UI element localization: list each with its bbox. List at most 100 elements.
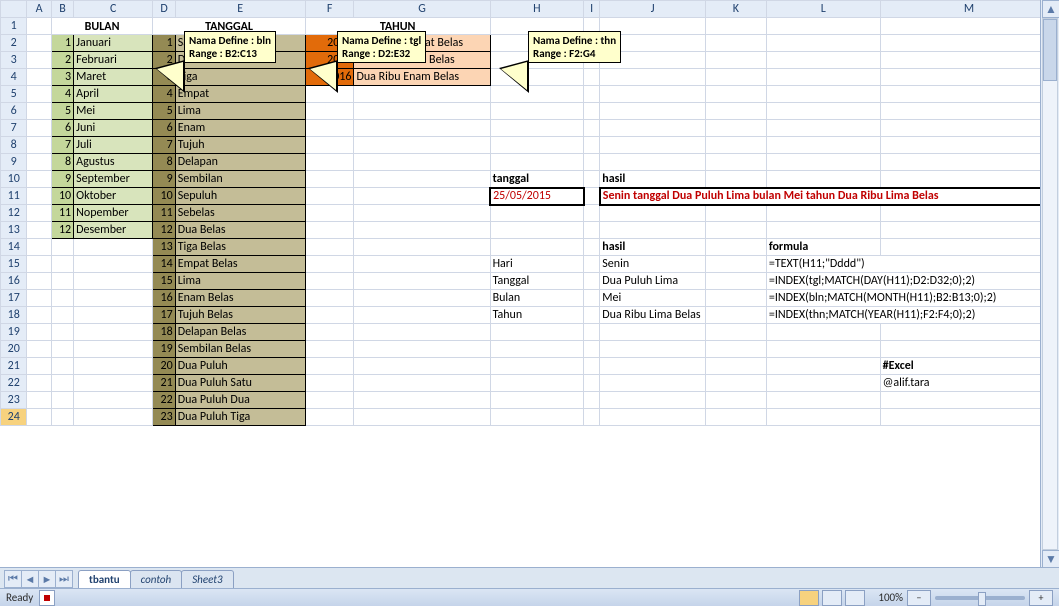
cell-B7[interactable]: 6: [51, 120, 73, 137]
cell-K7[interactable]: [705, 120, 766, 137]
cell-J4[interactable]: [600, 69, 706, 86]
cell-B5[interactable]: 4: [51, 86, 73, 103]
cell-H12[interactable]: [490, 205, 583, 222]
tab-last-icon[interactable]: ⏭: [55, 570, 73, 588]
cell-G20[interactable]: [354, 341, 490, 358]
cell-C2[interactable]: Januari: [74, 35, 153, 52]
vertical-scrollbar[interactable]: ▲ ▼: [1040, 0, 1059, 568]
cell-G4[interactable]: Dua Ribu Enam Belas: [354, 69, 490, 86]
cell-C23[interactable]: [74, 392, 153, 409]
cell-K21[interactable]: [705, 358, 766, 375]
cell-M19[interactable]: [880, 324, 1058, 341]
cell-K4[interactable]: [705, 69, 766, 86]
cell-K17[interactable]: [705, 290, 766, 307]
cell-K22[interactable]: [705, 375, 766, 392]
row-6[interactable]: 65Mei5Lima: [1, 103, 1059, 120]
cell-C24[interactable]: [74, 409, 153, 426]
view-page-break-icon[interactable]: [845, 590, 865, 606]
cell-E15[interactable]: Empat Belas: [175, 256, 305, 273]
cell-I13[interactable]: [584, 222, 600, 239]
cell-A3[interactable]: [27, 52, 51, 69]
cell-K23[interactable]: [705, 392, 766, 409]
cell-L15[interactable]: =TEXT(H11;"Dddd"): [766, 256, 1058, 273]
cell-I18[interactable]: [584, 307, 600, 324]
tab-prev-icon[interactable]: ◄: [21, 570, 39, 588]
cell-I19[interactable]: [584, 324, 600, 341]
cell-J23[interactable]: [600, 392, 706, 409]
sheet-tab-contoh[interactable]: contoh: [130, 570, 183, 588]
cell-F15[interactable]: [305, 256, 354, 273]
cell-F11[interactable]: [305, 188, 354, 205]
cell-F17[interactable]: [305, 290, 354, 307]
cell-L20[interactable]: [766, 341, 880, 358]
scroll-down-button[interactable]: ▼: [1042, 550, 1059, 568]
cell-B8[interactable]: 7: [51, 137, 73, 154]
cell-B23[interactable]: [51, 392, 73, 409]
cell-B11[interactable]: 10: [51, 188, 73, 205]
cell-I11[interactable]: [584, 188, 600, 205]
row-20-header[interactable]: 20: [1, 341, 27, 358]
col-G[interactable]: G: [354, 1, 490, 18]
cell-G13[interactable]: [354, 222, 490, 239]
cell-D21[interactable]: 20: [153, 358, 175, 375]
cell-J12[interactable]: [600, 205, 706, 222]
cell-J6[interactable]: [600, 103, 706, 120]
cell-J21[interactable]: [600, 358, 706, 375]
cell-H21[interactable]: [490, 358, 583, 375]
cell-I6[interactable]: [584, 103, 600, 120]
cell-G21[interactable]: [354, 358, 490, 375]
cell-A10[interactable]: [27, 171, 51, 188]
cell-A21[interactable]: [27, 358, 51, 375]
cell-K9[interactable]: [705, 154, 766, 171]
col-E[interactable]: E: [175, 1, 305, 18]
cell-D9[interactable]: 8: [153, 154, 175, 171]
cell-C8[interactable]: Juli: [74, 137, 153, 154]
row-18-header[interactable]: 18: [1, 307, 27, 324]
cell-K6[interactable]: [705, 103, 766, 120]
cell-F8[interactable]: [305, 137, 354, 154]
cell-B19[interactable]: [51, 324, 73, 341]
cell-H22[interactable]: [490, 375, 583, 392]
cell-J20[interactable]: [600, 341, 706, 358]
row-9-header[interactable]: 9: [1, 154, 27, 171]
vscroll-thumb[interactable]: [1043, 19, 1057, 81]
cell-F12[interactable]: [305, 205, 354, 222]
cell-K20[interactable]: [705, 341, 766, 358]
view-page-layout-icon[interactable]: [822, 590, 842, 606]
cell-A24[interactable]: [27, 409, 51, 426]
zoom-in-button[interactable]: +: [1029, 590, 1053, 606]
cell-J11[interactable]: Senin tanggal Dua Puluh Lima bulan Mei t…: [600, 188, 1058, 205]
cell-L1[interactable]: [766, 18, 880, 35]
cell-A2[interactable]: [27, 35, 51, 52]
cell-D22[interactable]: 21: [153, 375, 175, 392]
cell-L21[interactable]: [766, 358, 880, 375]
row-17-header[interactable]: 17: [1, 290, 27, 307]
cell-A14[interactable]: [27, 239, 51, 256]
row-21[interactable]: 2120Dua Puluh#Excel: [1, 358, 1059, 375]
row-22-header[interactable]: 22: [1, 375, 27, 392]
cell-B10[interactable]: 9: [51, 171, 73, 188]
cell-E14[interactable]: Tiga Belas: [175, 239, 305, 256]
cell-I7[interactable]: [584, 120, 600, 137]
cell-A12[interactable]: [27, 205, 51, 222]
cell-I12[interactable]: [584, 205, 600, 222]
cell-C4[interactable]: Maret: [74, 69, 153, 86]
cell-M13[interactable]: [880, 222, 1058, 239]
cell-M24[interactable]: [880, 409, 1058, 426]
cell-J8[interactable]: [600, 137, 706, 154]
cell-C14[interactable]: [74, 239, 153, 256]
cell-F6[interactable]: [305, 103, 354, 120]
cell-J18[interactable]: Dua Ribu Lima Belas: [600, 307, 706, 324]
cell-C18[interactable]: [74, 307, 153, 324]
cell-E5[interactable]: Empat: [175, 86, 305, 103]
cell-I14[interactable]: [584, 239, 600, 256]
cell-D15[interactable]: 14: [153, 256, 175, 273]
row-22[interactable]: 2221Dua Puluh Satu@alif.tara: [1, 375, 1059, 392]
cell-D14[interactable]: 13: [153, 239, 175, 256]
cell-G23[interactable]: [354, 392, 490, 409]
cell-L14[interactable]: formula: [766, 239, 880, 256]
cell-I23[interactable]: [584, 392, 600, 409]
cell-D7[interactable]: 6: [153, 120, 175, 137]
cell-H6[interactable]: [490, 103, 583, 120]
cell-M3[interactable]: [880, 52, 1058, 69]
